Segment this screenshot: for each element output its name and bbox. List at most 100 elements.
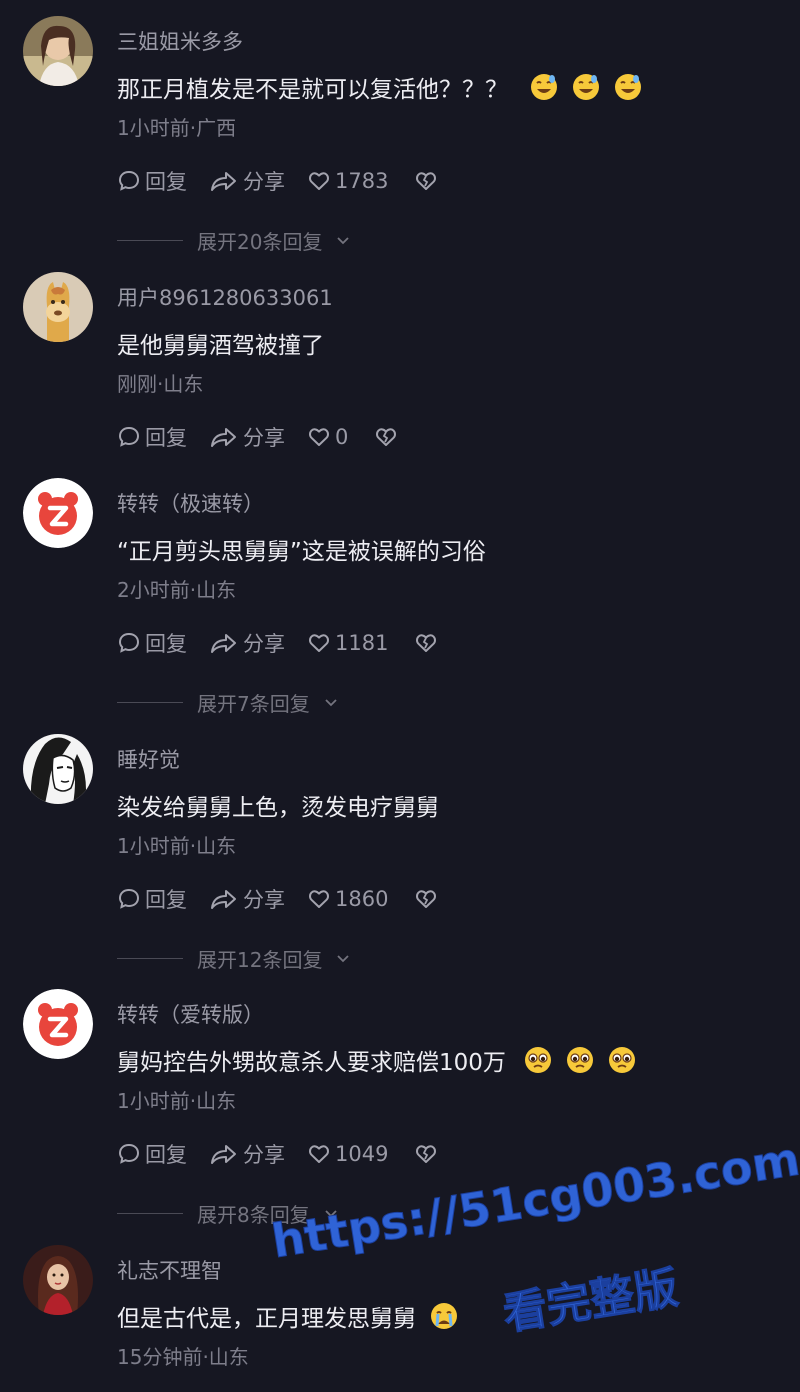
reply-button[interactable]: 回复 <box>117 422 187 452</box>
divider-line <box>117 702 183 703</box>
username[interactable]: 三姐姐米多多 <box>117 26 243 56</box>
comment-text-label: 是他舅舅酒驾被撞了 <box>117 333 324 359</box>
heart-icon <box>309 428 329 446</box>
like-count: 1783 <box>335 169 389 193</box>
watermark: https://51cg003.com 看完整版 <box>268 1131 800 1375</box>
comment-meta: 1小时前·广西 <box>117 116 237 140</box>
broken-heart-icon <box>416 1145 437 1163</box>
comment-text: 是他舅舅酒驾被撞了 <box>117 326 324 360</box>
share-button[interactable]: 分享 <box>209 1139 285 1169</box>
share-button[interactable]: 分享 <box>209 628 285 658</box>
like-count: 0 <box>335 425 349 449</box>
dislike-button[interactable] <box>374 425 398 449</box>
share-label: 分享 <box>243 1143 285 1167</box>
comment-text: “正月剪头思舅舅”这是被误解的习俗 <box>117 532 486 566</box>
reply-button[interactable]: 回复 <box>117 884 187 914</box>
photo-woman-avatar <box>23 1245 93 1315</box>
expand-replies-label: 展开7条回复 <box>197 692 310 716</box>
share-arrow-icon <box>211 634 236 653</box>
avatar[interactable] <box>23 734 93 804</box>
reply-button[interactable]: 回复 <box>117 628 187 658</box>
share-label: 分享 <box>243 632 285 656</box>
comment-text-label: 但是古代是，正月理发思舅舅 <box>117 1306 416 1332</box>
comment-bubble-icon <box>118 170 140 191</box>
like-count: 1181 <box>335 631 389 655</box>
share-button[interactable]: 分享 <box>209 884 285 914</box>
share-arrow-icon <box>211 428 236 447</box>
broken-heart-icon <box>416 890 437 908</box>
comment-bubble-icon <box>118 1143 140 1164</box>
avatar[interactable] <box>23 272 93 342</box>
comment-bubble-icon <box>118 632 140 653</box>
comment-actions: 回复 分享 1049 <box>117 1139 460 1169</box>
divider-line <box>117 1213 183 1214</box>
dislike-button[interactable] <box>414 169 438 193</box>
like-button[interactable]: 1181 <box>307 631 388 655</box>
comment-text: 染发给舅舅上色，烫发电疗舅舅 <box>117 788 439 822</box>
comment-actions: 回复 分享 1860 <box>117 884 460 914</box>
expand-replies[interactable]: 展开20条回复 <box>117 226 350 255</box>
comment-text: 舅妈控告外甥故意杀人要求赔偿100万 <box>117 1043 636 1077</box>
like-count: 1860 <box>335 887 389 911</box>
dislike-button[interactable] <box>414 887 438 911</box>
share-button[interactable]: 分享 <box>209 422 285 452</box>
pleading-emoji <box>566 1047 593 1073</box>
comment-meta: 刚刚·山东 <box>117 372 204 396</box>
share-label: 分享 <box>243 170 285 194</box>
divider-line <box>117 958 183 959</box>
comment-bubble-icon <box>118 426 140 447</box>
username[interactable]: 睡好觉 <box>117 744 180 774</box>
reply-button[interactable]: 回复 <box>117 166 187 196</box>
username[interactable]: 转转（爱转版） <box>117 999 264 1029</box>
username[interactable]: 礼志不理智 <box>117 1255 222 1285</box>
expand-replies[interactable]: 展开8条回复 <box>117 1199 338 1228</box>
reply-button[interactable]: 回复 <box>117 1139 187 1169</box>
pleading-emoji <box>608 1047 635 1073</box>
username[interactable]: 用户8961280633061 <box>117 282 333 312</box>
heart-icon <box>309 634 329 652</box>
sweat-smile-emoji <box>573 74 599 100</box>
username[interactable]: 转转（极速转） <box>117 488 264 518</box>
reply-label: 回复 <box>145 170 187 194</box>
photo-girl-avatar <box>23 16 93 86</box>
zhuanzhuan-logo-avatar <box>23 478 93 548</box>
broken-heart-icon <box>416 172 437 190</box>
reply-label: 回复 <box>145 426 187 450</box>
comment-meta: 15分钟前·山东 <box>117 1345 249 1369</box>
avatar[interactable] <box>23 1245 93 1315</box>
expand-replies-label: 展开12条回复 <box>197 948 323 972</box>
share-button[interactable]: 分享 <box>209 166 285 196</box>
pleading-emoji <box>524 1047 551 1073</box>
like-button[interactable]: 1860 <box>307 887 388 911</box>
dislike-button[interactable] <box>414 631 438 655</box>
share-arrow-icon <box>211 1145 236 1164</box>
comment-meta: 2小时前·山东 <box>117 578 237 602</box>
heart-icon <box>309 172 329 190</box>
comment-text: 那正月植发是不是就可以复活他？？？ <box>117 70 642 104</box>
reply-label: 回复 <box>145 888 187 912</box>
dislike-button[interactable] <box>414 1142 438 1166</box>
comment-actions: 回复 分享 1181 <box>117 628 460 658</box>
like-count: 1049 <box>335 1142 389 1166</box>
divider-line <box>117 240 183 241</box>
like-button[interactable]: 0 <box>307 425 348 449</box>
expand-replies[interactable]: 展开7条回复 <box>117 688 338 717</box>
comment-text-label: 染发给舅舅上色，烫发电疗舅舅 <box>117 795 439 821</box>
like-button[interactable]: 1783 <box>307 169 388 193</box>
comment-text-label: 那正月植发是不是就可以复活他？？？ <box>117 77 508 103</box>
expand-replies-label: 展开20条回复 <box>197 230 323 254</box>
comment-meta: 1小时前·山东 <box>117 834 237 858</box>
comment-actions: 回复 分享 1783 <box>117 166 460 196</box>
comment-text: 但是古代是，正月理发思舅舅 <box>117 1299 458 1333</box>
avatar[interactable] <box>23 478 93 548</box>
broken-heart-icon <box>376 428 397 446</box>
avatar[interactable] <box>23 989 93 1059</box>
chevron-down-icon <box>325 698 337 706</box>
reply-label: 回复 <box>145 632 187 656</box>
expand-replies[interactable]: 展开12条回复 <box>117 944 350 973</box>
avatar[interactable] <box>23 16 93 86</box>
chevron-down-icon <box>337 236 350 244</box>
like-button[interactable]: 1049 <box>307 1142 388 1166</box>
zhuanzhuan-logo-avatar <box>23 989 93 1059</box>
share-arrow-icon <box>211 172 236 191</box>
